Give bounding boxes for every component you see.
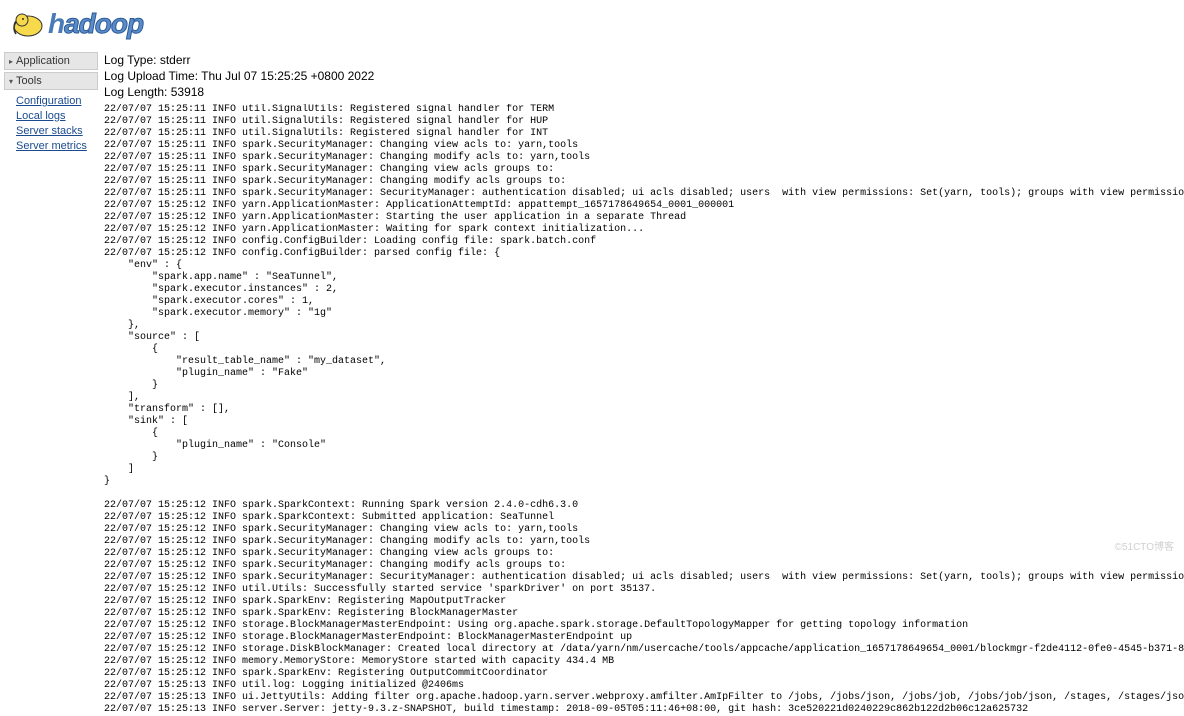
- log-content: Log Type: stderr Log Upload Time: Thu Ju…: [98, 48, 1184, 716]
- watermark: ©51CTO博客: [1115, 538, 1174, 553]
- header: hadoop: [0, 0, 1184, 48]
- nav-links: Configuration Local logs Server stacks S…: [4, 92, 98, 160]
- log-meta: Log Type: stderr Log Upload Time: Thu Ju…: [104, 52, 1184, 100]
- log-length-line: Log Length: 53918: [104, 84, 1184, 100]
- nav-section-application-label: Application: [16, 55, 70, 67]
- log-body: 22/07/07 15:25:11 INFO util.SignalUtils:…: [104, 104, 1184, 716]
- chevron-down-icon: ▾: [9, 77, 13, 86]
- hadoop-elephant-icon: [8, 4, 48, 44]
- nav-link-server-metrics[interactable]: Server metrics: [16, 139, 98, 154]
- nav-link-server-stacks[interactable]: Server stacks: [16, 124, 98, 139]
- nav-section-tools[interactable]: ▾ Tools: [4, 72, 98, 90]
- hadoop-logo: hadoop: [8, 4, 1176, 44]
- sidebar: ▸ Application ▾ Tools Configuration Loca…: [0, 48, 98, 716]
- chevron-right-icon: ▸: [9, 57, 13, 66]
- nav-section-application[interactable]: ▸ Application: [4, 52, 98, 70]
- nav-section-tools-label: Tools: [16, 75, 42, 87]
- log-upload-line: Log Upload Time: Thu Jul 07 15:25:25 +08…: [104, 68, 1184, 84]
- nav-link-configuration[interactable]: Configuration: [16, 94, 98, 109]
- nav-link-local-logs[interactable]: Local logs: [16, 109, 98, 124]
- log-type-line: Log Type: stderr: [104, 52, 1184, 68]
- hadoop-logo-text: hadoop: [48, 8, 143, 40]
